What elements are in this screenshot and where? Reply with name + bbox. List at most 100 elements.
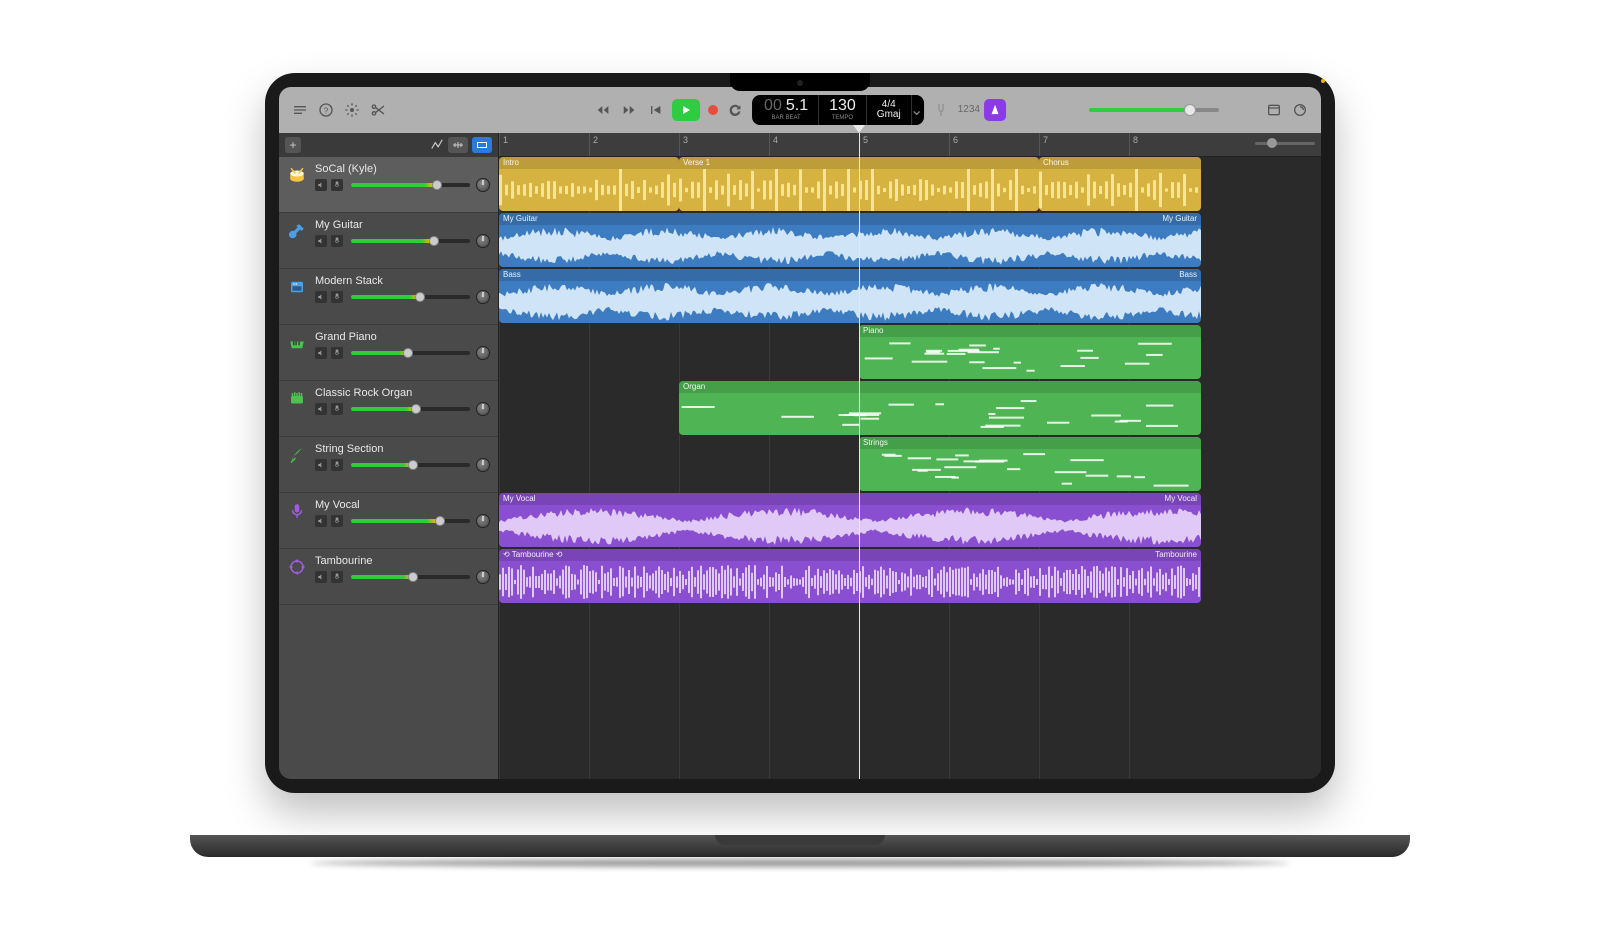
- timeline-ruler[interactable]: 12345678: [499, 133, 1321, 157]
- track-header[interactable]: Grand Piano: [279, 325, 498, 381]
- ruler-bar: 6: [949, 133, 958, 156]
- track-volume-handle[interactable]: [415, 292, 425, 302]
- track-volume-slider[interactable]: [351, 348, 470, 358]
- track-type-icon: [287, 277, 307, 297]
- track-header[interactable]: SoCal (Kyle): [279, 157, 498, 213]
- region-body: [499, 225, 1201, 267]
- solo-button[interactable]: [331, 179, 343, 191]
- help-icon[interactable]: ?: [317, 101, 335, 119]
- notes-editor-icon[interactable]: [1265, 101, 1283, 119]
- track-header[interactable]: My Vocal: [279, 493, 498, 549]
- zoom-slider[interactable]: [1255, 137, 1315, 151]
- region[interactable]: Intro: [499, 157, 679, 211]
- pan-knob[interactable]: [476, 458, 490, 472]
- track-volume-slider[interactable]: [351, 292, 470, 302]
- cycle-button[interactable]: [726, 101, 744, 119]
- tuning-fork-icon[interactable]: [932, 101, 950, 119]
- region[interactable]: Bass Bass: [499, 269, 1201, 323]
- track-lane: My Vocal My Vocal: [499, 493, 1321, 549]
- track-header[interactable]: Classic Rock Organ: [279, 381, 498, 437]
- mute-button[interactable]: [315, 515, 327, 527]
- solo-button[interactable]: [331, 459, 343, 471]
- mute-button[interactable]: [315, 347, 327, 359]
- record-button[interactable]: [708, 105, 718, 115]
- play-button[interactable]: [672, 99, 700, 121]
- track-volume-slider[interactable]: [351, 516, 470, 526]
- solo-button[interactable]: [331, 403, 343, 415]
- track-volume-handle[interactable]: [403, 348, 413, 358]
- track-lane: My Guitar My Guitar: [499, 213, 1321, 269]
- solo-button[interactable]: [331, 515, 343, 527]
- master-volume-slider[interactable]: [1089, 102, 1219, 118]
- track-volume-handle[interactable]: [429, 236, 439, 246]
- region[interactable]: My Guitar My Guitar: [499, 213, 1201, 267]
- track-type-icon: [287, 445, 307, 465]
- solo-button[interactable]: [331, 571, 343, 583]
- region-body: [499, 169, 679, 211]
- track-volume-handle[interactable]: [432, 180, 442, 190]
- mute-button[interactable]: [315, 571, 327, 583]
- lcd-display[interactable]: 005.1 BAR BEAT 130 TEMPO 4/4 Gmaj: [752, 95, 924, 125]
- track-volume-handle[interactable]: [408, 460, 418, 470]
- track-volume-slider[interactable]: [351, 236, 470, 246]
- track-name: String Section: [315, 443, 490, 455]
- region[interactable]: Organ: [679, 381, 1201, 435]
- pan-knob[interactable]: [476, 402, 490, 416]
- forward-button[interactable]: [620, 101, 638, 119]
- pan-knob[interactable]: [476, 570, 490, 584]
- automation-icon[interactable]: [430, 138, 444, 152]
- pan-knob[interactable]: [476, 514, 490, 528]
- lcd-position-label: BAR BEAT: [771, 115, 800, 121]
- go-to-start-button[interactable]: [646, 101, 664, 119]
- rewind-button[interactable]: [594, 101, 612, 119]
- track-volume-slider[interactable]: [351, 572, 470, 582]
- mute-button[interactable]: [315, 179, 327, 191]
- track-type-icon: [287, 333, 307, 353]
- track-header[interactable]: My Guitar: [279, 213, 498, 269]
- region[interactable]: My Vocal My Vocal: [499, 493, 1201, 547]
- ruler-bar: 2: [589, 133, 598, 156]
- timeline[interactable]: Intro Verse 1 Chorus My Guitar: [499, 157, 1321, 779]
- mute-button[interactable]: [315, 403, 327, 415]
- pan-knob[interactable]: [476, 178, 490, 192]
- track-view-toggle-on[interactable]: [472, 137, 492, 153]
- region[interactable]: Strings: [859, 437, 1201, 491]
- library-icon[interactable]: [291, 101, 309, 119]
- solo-button[interactable]: [331, 235, 343, 247]
- track-view-toggle-off[interactable]: [448, 137, 468, 153]
- track-type-icon: [287, 165, 307, 185]
- region-label: Verse 1: [683, 158, 710, 168]
- region-label: Chorus: [1043, 158, 1069, 168]
- track-header[interactable]: Tambourine: [279, 549, 498, 605]
- pan-knob[interactable]: [476, 346, 490, 360]
- metronome-button[interactable]: [984, 99, 1006, 121]
- loop-browser-icon[interactable]: [1291, 101, 1309, 119]
- track-volume-handle[interactable]: [408, 572, 418, 582]
- region[interactable]: Chorus: [1039, 157, 1201, 211]
- playhead[interactable]: [859, 133, 860, 779]
- track-list: SoCal (Kyle) My Guitar: [279, 157, 498, 605]
- track-volume-handle[interactable]: [435, 516, 445, 526]
- track-header[interactable]: String Section: [279, 437, 498, 493]
- region[interactable]: Piano: [859, 325, 1201, 379]
- track-volume-slider[interactable]: [351, 180, 470, 190]
- track-name: My Guitar: [315, 219, 490, 231]
- track-volume-handle[interactable]: [411, 404, 421, 414]
- lcd-bar-prefix: 00: [764, 97, 782, 114]
- mute-button[interactable]: [315, 459, 327, 471]
- lcd-chevron-icon[interactable]: ⌄: [912, 95, 922, 125]
- scissors-icon[interactable]: [369, 101, 387, 119]
- track-volume-slider[interactable]: [351, 404, 470, 414]
- master-volume-handle[interactable]: [1184, 104, 1196, 116]
- mute-button[interactable]: [315, 235, 327, 247]
- settings-icon[interactable]: [343, 101, 361, 119]
- mute-button[interactable]: [315, 291, 327, 303]
- pan-knob[interactable]: [476, 290, 490, 304]
- track-header[interactable]: Modern Stack: [279, 269, 498, 325]
- solo-button[interactable]: [331, 291, 343, 303]
- track-volume-slider[interactable]: [351, 460, 470, 470]
- add-track-button[interactable]: +: [285, 137, 301, 153]
- region[interactable]: ⟲ Tambourine ⟲ Tambourine: [499, 549, 1201, 603]
- pan-knob[interactable]: [476, 234, 490, 248]
- solo-button[interactable]: [331, 347, 343, 359]
